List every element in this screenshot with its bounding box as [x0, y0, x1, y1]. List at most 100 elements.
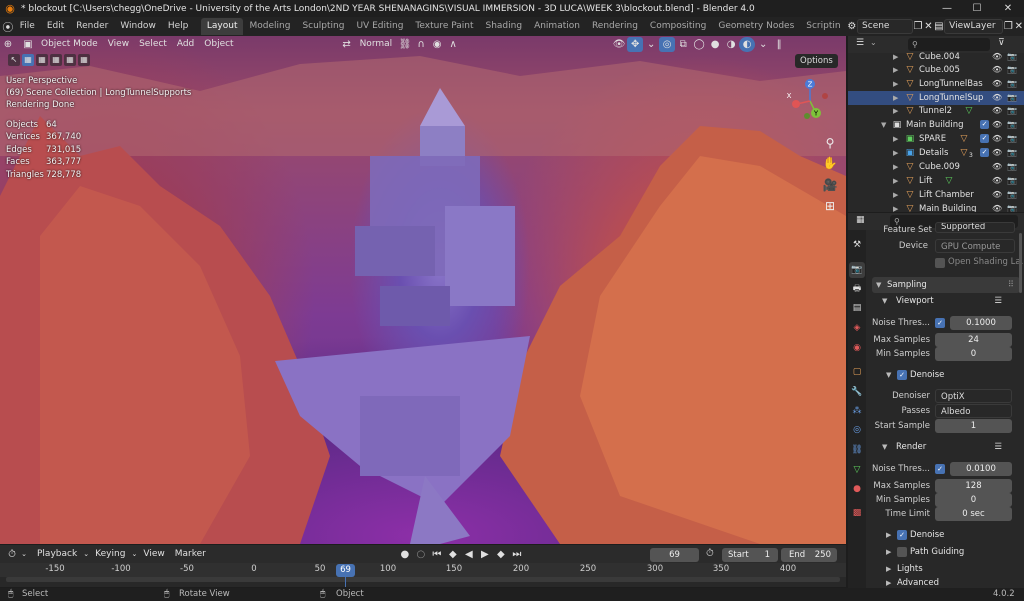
texture-tab-icon[interactable]: ▩ — [849, 505, 865, 521]
list-item[interactable]: ▶ ▽ Cube.009 👁 📷 — [848, 160, 1024, 174]
list-item[interactable]: ▶ ▣ SPARE ▽ ✓ 👁 📷 — [848, 132, 1024, 146]
path-guiding-checkbox[interactable] — [897, 547, 907, 557]
outliner-editor-icon[interactable]: ☰ — [856, 38, 864, 48]
options-dropdown[interactable]: Options — [795, 54, 838, 68]
jump-start-icon[interactable]: ⏮ — [429, 547, 445, 562]
r-noise-field[interactable]: 0.0100 — [950, 462, 1012, 476]
properties-editor-icon[interactable]: ▦ — [856, 215, 865, 225]
minimize-button[interactable]: — — [932, 0, 962, 17]
new-viewlayer-icon[interactable]: ❐ — [1003, 19, 1013, 34]
collection-checkbox[interactable]: ✓ — [980, 134, 989, 143]
camera-icon[interactable]: 📷 — [1007, 77, 1017, 91]
ortho-grid-icon[interactable]: ⊞ — [820, 196, 840, 216]
expand-icon[interactable]: ▶ — [893, 160, 898, 174]
vp-noise-checkbox[interactable]: ✓ — [935, 318, 945, 328]
select-invert-icon[interactable]: ▦ — [64, 54, 76, 66]
list-item[interactable]: ▶ ▽ Main Building 👁 📷 — [848, 202, 1024, 212]
eye-icon[interactable]: 👁 — [992, 118, 1002, 132]
timeline-view-menu[interactable]: View — [138, 547, 169, 562]
menu-window[interactable]: Window — [114, 17, 162, 36]
tool-tab-icon[interactable]: ⚒ — [849, 237, 865, 253]
expand-icon[interactable]: ▶ — [893, 132, 898, 146]
camera-icon[interactable]: 📷 — [1007, 91, 1017, 105]
presets-icon[interactable]: ☰ — [994, 439, 1002, 455]
eye-icon[interactable]: 👁 — [992, 132, 1002, 146]
vp-denoise-subpanel[interactable]: ▼ ✓ Denoise — [884, 367, 1004, 383]
3d-viewport[interactable] — [0, 36, 846, 544]
wireframe-shading-icon[interactable]: ◯ — [691, 37, 707, 52]
scene-tab-icon[interactable]: ◈ — [849, 320, 865, 336]
expand-icon[interactable]: ▶ — [893, 50, 898, 64]
delete-scene-icon[interactable]: ✕ — [923, 19, 933, 34]
list-item-selected[interactable]: ▶ ▽ LongTunnelSup 👁 📷 — [848, 91, 1024, 105]
render-tab-icon[interactable]: 📷 — [849, 262, 865, 278]
vp-max-field[interactable]: 24 — [935, 333, 1012, 347]
camera-icon[interactable]: 📷 — [1007, 104, 1017, 118]
gizmo-dropdown-icon[interactable]: ⌄ — [643, 37, 659, 52]
expand-icon[interactable]: ▶ — [893, 202, 898, 212]
xray-icon[interactable]: ⧉ — [675, 37, 691, 52]
viewport-menu-add[interactable]: Add — [172, 37, 199, 52]
tab-animation[interactable]: Animation — [528, 18, 586, 35]
gizmo-toggle-icon[interactable]: ✥ — [627, 37, 644, 52]
properties-scrollbar[interactable] — [1019, 233, 1022, 293]
playback-menu[interactable]: Playback — [32, 547, 82, 562]
list-item[interactable]: ▶ ▣ Details ▽ 3 ✓ 👁 📷 — [848, 146, 1024, 160]
pan-hand-icon[interactable]: ✋ — [820, 153, 840, 173]
drag-handle-icon[interactable]: ⠿ — [1008, 277, 1014, 293]
expand-icon[interactable]: ▶ — [893, 77, 898, 91]
collection-checkbox[interactable]: ✓ — [980, 120, 989, 129]
expand-icon[interactable]: ▶ — [893, 63, 898, 77]
pivot-icon[interactable]: ⛓ — [397, 37, 413, 52]
camera-icon[interactable]: 📷 — [1007, 174, 1017, 188]
falloff-icon[interactable]: ∧ — [445, 37, 461, 52]
overlay-toggle-icon[interactable]: ◎ — [659, 37, 676, 52]
object-mode-dropdown[interactable]: Object Mode — [36, 37, 103, 52]
denoiser-dropdown[interactable]: OptiX — [935, 389, 1012, 403]
preview-range-icon[interactable]: ⏱ — [706, 548, 714, 559]
delete-viewlayer-icon[interactable]: ✕ — [1014, 19, 1024, 34]
viewport-menu-select[interactable]: Select — [134, 37, 172, 52]
marker-menu[interactable]: Marker — [170, 547, 211, 562]
path-guiding-subpanel[interactable]: ▶ Path Guiding — [884, 544, 1004, 560]
end-frame-field[interactable]: End 250 — [781, 548, 837, 562]
collection-checkbox[interactable]: ✓ — [980, 148, 989, 157]
maximize-button[interactable]: ☐ — [962, 0, 992, 17]
select-intersect-icon[interactable]: ▦ — [78, 54, 90, 66]
particles-tab-icon[interactable]: ⁂ — [849, 403, 865, 419]
menu-edit[interactable]: Edit — [41, 17, 70, 36]
expand-icon[interactable]: ▶ — [893, 146, 898, 160]
list-item[interactable]: ▼ ▣ Main Building ✓ 👁 📷 — [848, 118, 1024, 132]
timeline-editor-icon[interactable]: ⏱ — [4, 547, 20, 562]
tab-layout[interactable]: Layout — [200, 18, 244, 35]
tab-modeling[interactable]: Modeling — [243, 18, 296, 35]
eye-icon[interactable]: 👁 — [992, 50, 1002, 64]
filter-icon[interactable]: ⊽ — [998, 38, 1005, 48]
camera-icon[interactable]: 📷 — [1007, 132, 1017, 146]
camera-view-icon[interactable]: 🎥 — [820, 175, 840, 195]
navigation-gizmo[interactable]: Z Y X — [785, 76, 835, 126]
scene-browse-icon[interactable]: ⚙ — [847, 19, 857, 34]
expand-icon[interactable]: ▶ — [893, 188, 898, 202]
display-mode-icon[interactable]: ⌄ — [870, 38, 877, 47]
rendered-shading-icon[interactable]: ◐ — [739, 37, 756, 52]
zoom-icon[interactable]: ⚲ — [820, 133, 840, 153]
open-shading-checkbox[interactable] — [935, 258, 945, 268]
modifier-tab-icon[interactable]: 🔧 — [849, 384, 865, 400]
list-item[interactable]: ▶ ▽ Cube.005 👁 📷 — [848, 63, 1024, 77]
tab-geometry-nodes[interactable]: Geometry Nodes — [712, 18, 800, 35]
start-frame-field[interactable]: Start 1 — [722, 548, 778, 562]
material-shading-icon[interactable]: ◑ — [723, 37, 739, 52]
expand-icon[interactable]: ▶ — [893, 174, 898, 188]
visibility-icon[interactable]: 👁 — [611, 37, 627, 52]
camera-icon[interactable]: 📷 — [1007, 160, 1017, 174]
passes-dropdown[interactable]: Albedo — [935, 404, 1012, 418]
advanced-subpanel[interactable]: ▶ Advanced — [884, 578, 1004, 588]
world-tab-icon[interactable]: ◉ — [849, 340, 865, 356]
keyframe-auto-icon[interactable]: ○ — [413, 547, 429, 562]
scene-field[interactable]: Scene — [857, 19, 913, 34]
editor-type-icon[interactable]: ⊕ — [0, 37, 16, 52]
view-layer-tab-icon[interactable]: ▤ — [849, 300, 865, 316]
list-item[interactable]: ▶ ▽ Lift ▽ 👁 📷 — [848, 174, 1024, 188]
jump-end-icon[interactable]: ⏭ — [509, 547, 525, 562]
